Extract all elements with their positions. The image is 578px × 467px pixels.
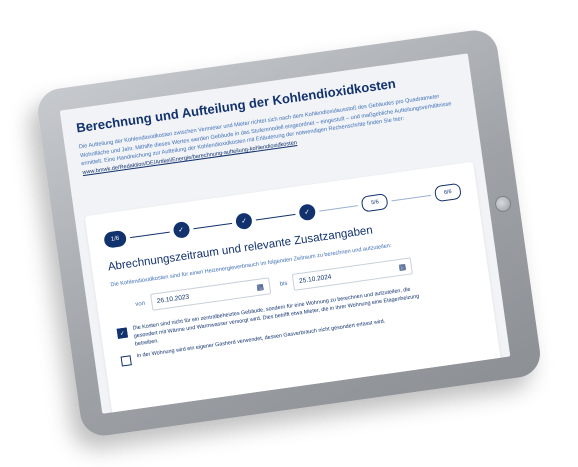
step-1-current[interactable]: 1/6 <box>103 229 128 249</box>
gas-stove-checkbox[interactable] <box>120 355 132 367</box>
check-icon: ✓ <box>119 330 126 338</box>
from-date-input[interactable]: 26.10.2023 ▦ <box>149 277 272 312</box>
step-3-done[interactable]: ✓ <box>235 212 254 231</box>
home-button[interactable] <box>494 194 513 213</box>
tablet-screen: Berechnung und Aufteilung der Kohlendiox… <box>59 53 511 414</box>
check-icon: ✓ <box>240 217 248 226</box>
step-connector <box>255 213 296 220</box>
intro-section: Berechnung und Aufteilung der Kohlendiox… <box>60 53 479 185</box>
step-connector <box>318 204 359 212</box>
check-icon: ✓ <box>303 208 311 217</box>
to-date-input[interactable]: 25.10.2024 ▦ <box>292 257 414 292</box>
step-5-pending[interactable]: 5/6 <box>361 193 389 213</box>
check-icon: ✓ <box>177 226 185 235</box>
step-4-done[interactable]: ✓ <box>298 203 317 222</box>
step-2-done[interactable]: ✓ <box>172 220 191 240</box>
step-connector <box>391 194 432 201</box>
from-date-value: 26.10.2023 <box>156 293 190 306</box>
to-date-value: 25.10.2024 <box>298 273 332 286</box>
calendar-icon[interactable]: ▦ <box>398 262 407 272</box>
step-connector <box>192 222 233 229</box>
separate-heating-checkbox[interactable]: ✓ <box>116 327 129 340</box>
calendar-icon[interactable]: ▦ <box>256 282 265 292</box>
step-6-pending[interactable]: 6/6 <box>433 182 462 203</box>
form-card: 1/6 ✓ ✓ ✓ 5/6 6/6 Abrechnungszeitraum un… <box>84 161 502 414</box>
to-label: bis <box>279 280 288 288</box>
tablet-device: Berechnung und Aufteilung der Kohlendiox… <box>34 27 544 439</box>
step-connector <box>129 231 170 238</box>
from-label: von <box>135 300 146 308</box>
